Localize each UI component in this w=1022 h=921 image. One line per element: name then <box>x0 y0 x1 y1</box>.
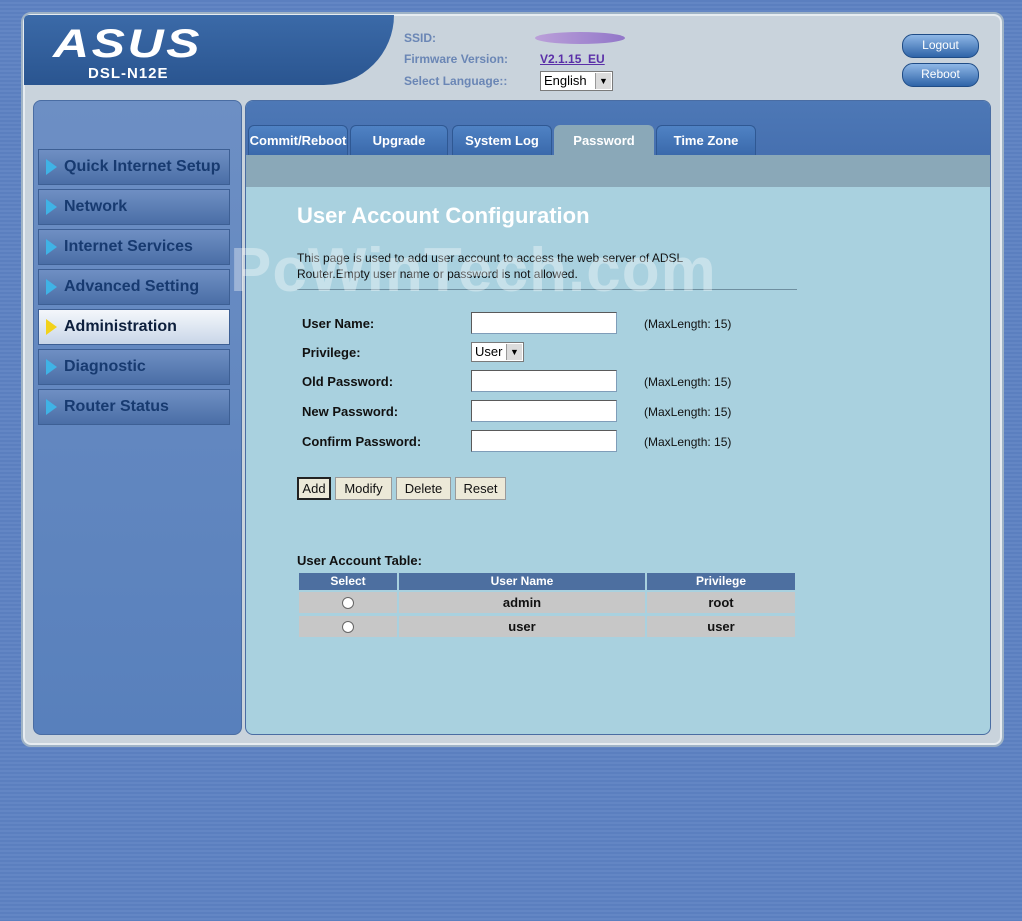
ssid-value-graphic <box>535 32 625 44</box>
username-input[interactable] <box>471 312 617 334</box>
arrow-icon <box>46 159 57 175</box>
table-cell-username: user <box>399 616 645 637</box>
arrow-icon <box>46 319 57 335</box>
arrow-icon <box>46 239 57 255</box>
sidebar-item-label: Internet Services <box>64 238 193 255</box>
sidebar-item-label: Diagnostic <box>64 358 146 375</box>
user-account-table-title: User Account Table: <box>297 553 422 568</box>
old-password-input[interactable] <box>471 370 617 392</box>
sidebar-item-advanced-setting[interactable]: Advanced Setting <box>38 269 230 305</box>
new-password-maxlength-hint: (MaxLength: 15) <box>644 405 732 419</box>
model-name: DSL-N12E <box>88 65 169 82</box>
language-select-value: English <box>544 73 587 88</box>
username-label: User Name: <box>302 316 375 331</box>
brand-logo: ASUS <box>53 22 202 66</box>
sidebar-item-label: Advanced Setting <box>64 278 200 295</box>
table-row-select-cell <box>299 592 397 613</box>
tab-commit-reboot[interactable]: Commit/Reboot <box>248 125 348 155</box>
reboot-button[interactable]: Reboot <box>902 63 979 87</box>
row-select-radio[interactable] <box>342 621 354 633</box>
table-cell-username: admin <box>399 592 645 613</box>
tab-sub-band <box>246 155 990 187</box>
watermark: PcWinTech.com <box>230 236 717 305</box>
confirm-password-label: Confirm Password: <box>302 434 422 449</box>
table-header-privilege: Privilege <box>647 573 795 590</box>
arrow-icon <box>46 399 57 415</box>
tab-system-log[interactable]: System Log <box>452 125 552 155</box>
modify-button[interactable]: Modify <box>335 477 392 500</box>
dropdown-arrow-icon: ▼ <box>595 73 611 89</box>
old-password-label: Old Password: <box>302 374 394 389</box>
sidebar-item-internet-services[interactable]: Internet Services <box>38 229 230 265</box>
confirm-password-maxlength-hint: (MaxLength: 15) <box>644 435 732 449</box>
table-header-username: User Name <box>399 573 645 590</box>
privilege-select-value: User <box>475 344 503 359</box>
firmware-version-link[interactable]: V2.1.15_EU <box>540 52 605 66</box>
sidebar-item-diagnostic[interactable]: Diagnostic <box>38 349 230 385</box>
arrow-icon <box>46 199 57 215</box>
add-button[interactable]: Add <box>297 477 331 500</box>
sidebar-item-label: Network <box>64 198 128 215</box>
privilege-select[interactable]: User ▼ <box>471 342 524 362</box>
table-cell-privilege: user <box>647 616 795 637</box>
arrow-icon <box>46 359 57 375</box>
sidebar-item-administration[interactable]: Administration <box>38 309 230 345</box>
table-row-select-cell <box>299 616 397 637</box>
tab-upgrade[interactable]: Upgrade <box>350 125 448 155</box>
table-cell-privilege: root <box>647 592 795 613</box>
reset-button[interactable]: Reset <box>455 477 506 500</box>
language-label: Select Language:: <box>404 74 508 88</box>
sidebar-item-label: Quick Internet Setup <box>64 158 221 175</box>
sidebar-item-network[interactable]: Network <box>38 189 230 225</box>
dropdown-arrow-icon: ▼ <box>506 344 522 360</box>
delete-button[interactable]: Delete <box>396 477 451 500</box>
privilege-label: Privilege: <box>302 345 361 360</box>
confirm-password-input[interactable] <box>471 430 617 452</box>
new-password-label: New Password: <box>302 404 399 419</box>
row-select-radio[interactable] <box>342 597 354 609</box>
tab-password[interactable]: Password <box>554 125 654 155</box>
sidebar-item-label: Administration <box>64 318 177 335</box>
sidebar-item-label: Router Status <box>64 398 169 415</box>
language-select[interactable]: English ▼ <box>540 71 613 91</box>
arrow-icon <box>46 279 57 295</box>
sidebar-item-quick-internet-setup[interactable]: Quick Internet Setup <box>38 149 230 185</box>
logout-button[interactable]: Logout <box>902 34 979 58</box>
username-maxlength-hint: (MaxLength: 15) <box>644 317 732 331</box>
table-header-select: Select <box>299 573 397 590</box>
page-title: User Account Configuration <box>297 203 590 228</box>
sidebar-item-router-status[interactable]: Router Status <box>38 389 230 425</box>
ssid-label: SSID: <box>404 31 437 45</box>
new-password-input[interactable] <box>471 400 617 422</box>
tab-time-zone[interactable]: Time Zone <box>656 125 756 155</box>
old-password-maxlength-hint: (MaxLength: 15) <box>644 375 732 389</box>
firmware-label: Firmware Version: <box>404 52 509 66</box>
